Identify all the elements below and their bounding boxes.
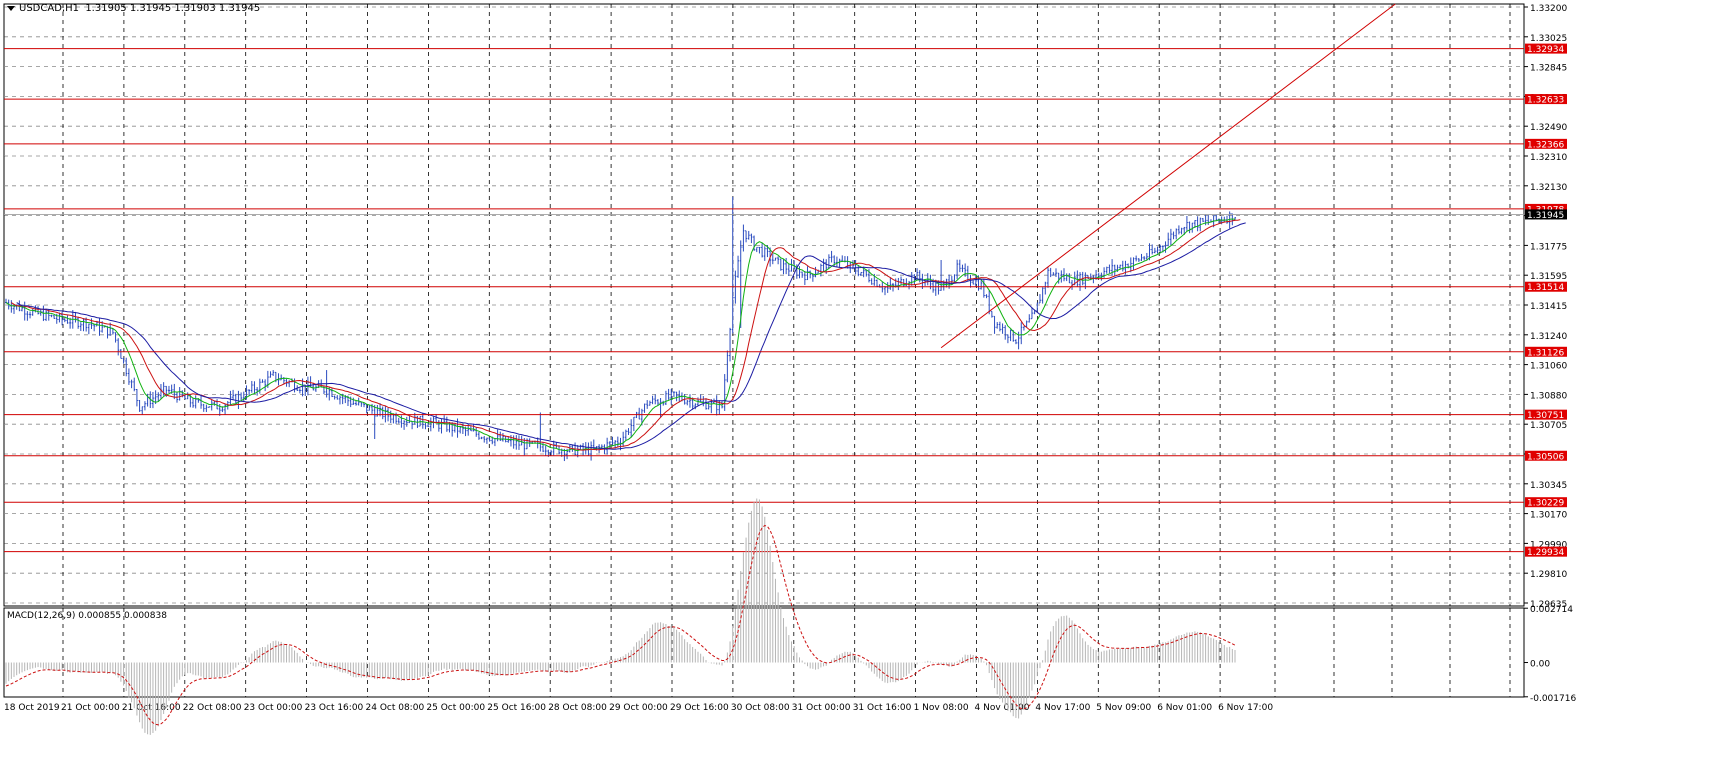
time-tick-label: 25 Oct 16:00 bbox=[487, 703, 546, 713]
price-tick-label: 1.33200 bbox=[1530, 4, 1567, 14]
price-tick-label: 1.32130 bbox=[1530, 183, 1567, 193]
price-tick-label: 1.31060 bbox=[1530, 362, 1567, 372]
time-tick-label: 25 Oct 00:00 bbox=[426, 703, 485, 713]
time-tick-label: 6 Nov 17:00 bbox=[1218, 703, 1273, 713]
chart-svg: 1.332001.330251.328451.326651.324901.323… bbox=[3, 3, 1576, 735]
price-tick-label: 1.31775 bbox=[1530, 242, 1567, 252]
time-tick-label: 24 Oct 08:00 bbox=[366, 703, 425, 713]
price-tick-label: 1.31240 bbox=[1530, 332, 1567, 342]
price-tick-label: 1.30345 bbox=[1530, 481, 1567, 491]
symbol-label: USDCAD,H1 bbox=[19, 3, 79, 14]
time-tick-label: 29 Oct 00:00 bbox=[609, 703, 668, 713]
level-tag-label: 1.32633 bbox=[1527, 96, 1564, 106]
price-tick-label: 1.30705 bbox=[1530, 421, 1567, 431]
time-tick-label: 29 Oct 16:00 bbox=[670, 703, 729, 713]
level-tag-label: 1.31126 bbox=[1527, 348, 1564, 358]
time-tick-label: 23 Oct 16:00 bbox=[305, 703, 364, 713]
price-tick-label: 1.31595 bbox=[1530, 272, 1567, 282]
ohlc-values: 1.31905 1.31945 1.31903 1.31945 bbox=[85, 3, 261, 14]
time-tick-label: 21 Oct 16:00 bbox=[122, 703, 181, 713]
macd-tick-label: 0.00 bbox=[1530, 660, 1550, 670]
time-tick-label: 31 Oct 16:00 bbox=[853, 703, 912, 713]
time-tick-label: 18 Oct 2019 bbox=[4, 703, 60, 713]
price-tick-label: 1.32310 bbox=[1530, 153, 1567, 163]
macd-tick-label: -0.001716 bbox=[1530, 694, 1576, 704]
price-tick-label: 1.33025 bbox=[1530, 34, 1567, 44]
level-tag-label: 1.30751 bbox=[1527, 411, 1564, 421]
price-tick-label: 1.32845 bbox=[1530, 64, 1567, 74]
level-tag-label: 1.30506 bbox=[1527, 452, 1564, 462]
level-tag-label: 1.32934 bbox=[1527, 45, 1564, 55]
time-tick-label: 23 Oct 00:00 bbox=[244, 703, 303, 713]
price-tick-label: 1.32490 bbox=[1530, 123, 1567, 133]
time-tick-label: 22 Oct 08:00 bbox=[183, 703, 242, 713]
level-tag-label: 1.31514 bbox=[1527, 283, 1564, 293]
time-tick-label: 4 Nov 17:00 bbox=[1035, 703, 1090, 713]
macd-panel-frame bbox=[3, 607, 1525, 698]
macd-header: MACD(12,26,9) 0.000855 0.000838 bbox=[7, 611, 167, 621]
price-tick-label: 1.30880 bbox=[1530, 391, 1567, 401]
time-tick-label: 30 Oct 08:00 bbox=[731, 703, 790, 713]
current-price-label: 1.31945 bbox=[1527, 211, 1564, 221]
macd-tick-label: 0.002714 bbox=[1530, 605, 1573, 615]
time-tick-label: 28 Oct 08:00 bbox=[548, 703, 607, 713]
chevron-down-icon[interactable] bbox=[7, 5, 15, 11]
level-tag-label: 1.29934 bbox=[1527, 548, 1564, 558]
time-tick-label: 6 Nov 01:00 bbox=[1157, 703, 1212, 713]
time-tick-label: 31 Oct 00:00 bbox=[792, 703, 851, 713]
level-tag-label: 1.30229 bbox=[1527, 499, 1564, 509]
time-tick-label: 1 Nov 08:00 bbox=[914, 703, 969, 713]
price-tick-label: 1.29810 bbox=[1530, 570, 1567, 580]
time-tick-label: 21 Oct 00:00 bbox=[61, 703, 120, 713]
price-tick-label: 1.31415 bbox=[1530, 302, 1567, 312]
symbol-header: USDCAD,H1 1.31905 1.31945 1.31903 1.3194… bbox=[7, 3, 260, 14]
price-tick-label: 1.30170 bbox=[1530, 511, 1567, 521]
level-tag-label: 1.32366 bbox=[1527, 140, 1564, 150]
chart-area[interactable]: 1.332001.330251.328451.326651.324901.323… bbox=[0, 0, 1733, 764]
time-tick-label: 5 Nov 09:00 bbox=[1096, 703, 1151, 713]
